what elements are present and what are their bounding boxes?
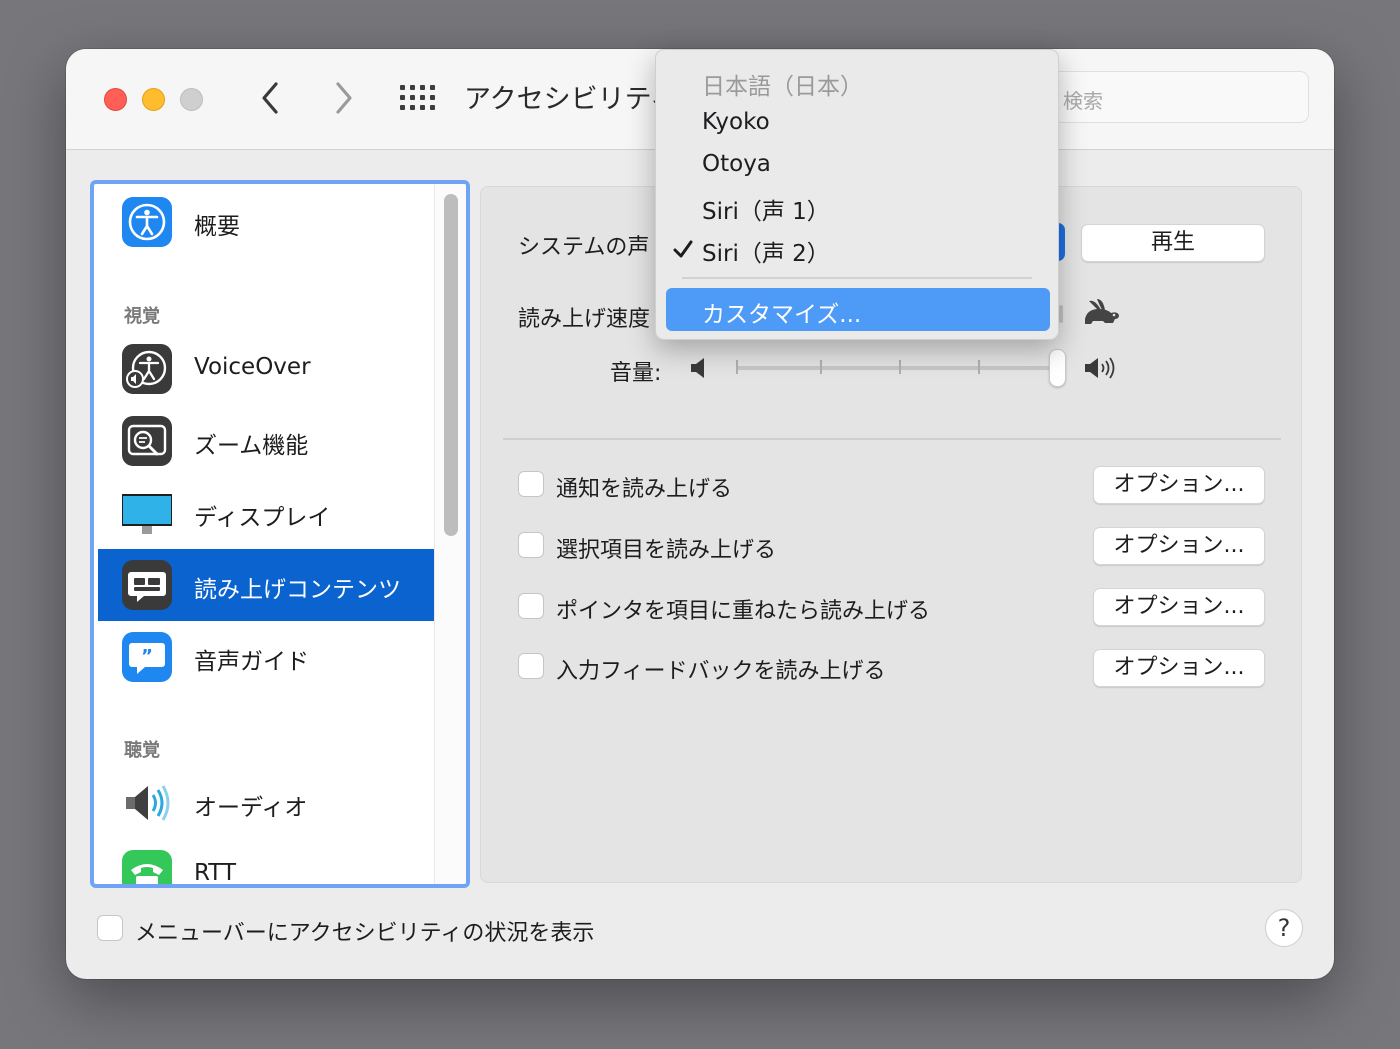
- close-window-button[interactable]: [104, 88, 127, 111]
- sidebar-item-label: 概要: [194, 214, 240, 240]
- section-divider: [503, 438, 1281, 440]
- menu-item-siri-voice-2[interactable]: Siri（声 2）: [702, 234, 830, 268]
- system-voice-dropdown-menu: 日本語（日本） Kyoko Otoya Siri（声 1） Siri（声 2） …: [655, 49, 1059, 340]
- selection-options-button[interactable]: オプション...: [1093, 527, 1265, 565]
- speaking-rate-label: 読み上げ速度: [518, 307, 651, 332]
- sidebar-item-audio[interactable]: オーディオ: [98, 767, 434, 839]
- speak-selection-label: 選択項目を読み上げる: [556, 538, 777, 563]
- sidebar-scrollbar-thumb[interactable]: [444, 194, 458, 536]
- zoom-window-button[interactable]: [180, 88, 203, 111]
- announcements-options-button[interactable]: オプション...: [1093, 466, 1265, 504]
- speaker-icon: [126, 785, 170, 821]
- spoken-content-icon: [122, 560, 172, 610]
- play-button[interactable]: 再生: [1081, 224, 1265, 262]
- volume-tick: [899, 360, 901, 374]
- menu-item-customize-label: カスタマイズ...: [702, 302, 862, 328]
- menu-section-header-japanese: 日本語（日本）: [702, 74, 863, 100]
- sidebar-item-rtt[interactable]: RTT: [98, 839, 434, 886]
- speak-under-pointer-label: ポインタを項目に重ねたら読み上げる: [556, 599, 931, 624]
- show-status-in-menu-bar-checkbox[interactable]: [97, 915, 123, 941]
- sidebar-item-label: 音声ガイド: [194, 649, 309, 675]
- sidebar-item-display[interactable]: ディスプレイ: [98, 477, 434, 549]
- help-button[interactable]: ?: [1265, 909, 1303, 947]
- volume-low-icon: [691, 358, 704, 378]
- sidebar-list[interactable]: 概要 視覚 VoiceOver ズーム機能 ディスプレイ 読み上げコンテンツ ”…: [90, 180, 470, 888]
- chevron-right-icon: [336, 82, 352, 114]
- speak-selection-checkbox[interactable]: [518, 532, 544, 558]
- pointer-options-button[interactable]: オプション...: [1093, 588, 1265, 626]
- zoom-icon: [122, 416, 172, 466]
- rtt-phone-icon: [122, 850, 172, 884]
- checkmark-icon: [673, 240, 693, 258]
- sidebar-item-label: RTT: [194, 860, 237, 886]
- window-title: アクセシビリティ: [464, 84, 678, 115]
- typing-feedback-options-button[interactable]: オプション...: [1093, 649, 1265, 687]
- search-placeholder: 検索: [1063, 89, 1103, 113]
- speak-announcements-checkbox[interactable]: [518, 471, 544, 497]
- system-voice-label: システムの声: [518, 235, 650, 260]
- speak-under-pointer-checkbox[interactable]: [518, 593, 544, 619]
- menu-item-siri-voice-1[interactable]: Siri（声 1）: [702, 192, 830, 226]
- minimize-window-button[interactable]: [142, 88, 165, 111]
- menu-item-otoya[interactable]: Otoya: [702, 151, 771, 177]
- speak-typing-feedback-label: 入力フィードバックを読み上げる: [556, 659, 886, 684]
- sidebar-item-voiceover[interactable]: VoiceOver: [98, 333, 434, 405]
- show-status-in-menu-bar-label: メニューバーにアクセシビリティの状況を表示: [135, 921, 595, 946]
- speak-announcements-label: 通知を読み上げる: [556, 477, 733, 502]
- show-all-grid-icon[interactable]: [400, 85, 436, 113]
- speaking-rate-slider-end[interactable]: [1059, 305, 1063, 323]
- accessibility-icon: [122, 197, 172, 247]
- menu-separator: [682, 277, 1032, 279]
- volume-tick: [978, 360, 980, 374]
- sidebar-item-spoken-content[interactable]: 読み上げコンテンツ: [98, 549, 434, 621]
- rabbit-fast-icon: [1085, 299, 1119, 324]
- section-header-vision: 視覚: [124, 306, 160, 327]
- speak-typing-feedback-checkbox[interactable]: [518, 653, 544, 679]
- sidebar-item-descriptions[interactable]: ” 音声ガイド: [98, 621, 434, 693]
- volume-tick: [820, 360, 822, 374]
- descriptions-icon: ”: [122, 632, 172, 682]
- chevron-left-icon: [262, 82, 278, 114]
- volume-tick: [736, 360, 738, 374]
- search-field[interactable]: 検索: [1016, 71, 1309, 123]
- volume-high-icon: [1085, 357, 1115, 379]
- sidebar-item-label: ズーム機能: [194, 433, 309, 459]
- menu-item-customize[interactable]: カスタマイズ...: [666, 288, 1050, 331]
- forward-button[interactable]: [328, 78, 358, 118]
- voiceover-icon: [122, 344, 172, 394]
- menu-item-kyoko[interactable]: Kyoko: [702, 109, 770, 135]
- sidebar-item-overview[interactable]: 概要: [98, 186, 434, 258]
- sidebar-item-zoom[interactable]: ズーム機能: [98, 405, 434, 477]
- back-button[interactable]: [256, 78, 286, 118]
- sidebar-item-label: ディスプレイ: [194, 505, 331, 531]
- sidebar-item-label: VoiceOver: [194, 354, 311, 380]
- volume-slider-track[interactable]: [736, 366, 1056, 370]
- sidebar-item-label: オーディオ: [194, 795, 308, 821]
- display-icon: [122, 494, 172, 534]
- sidebar-item-label: 読み上げコンテンツ: [194, 577, 401, 603]
- svg-text:”: ”: [141, 646, 153, 667]
- volume-label: 音量:: [610, 361, 662, 386]
- section-header-hearing: 聴覚: [124, 740, 160, 761]
- volume-slider-knob[interactable]: [1049, 349, 1066, 387]
